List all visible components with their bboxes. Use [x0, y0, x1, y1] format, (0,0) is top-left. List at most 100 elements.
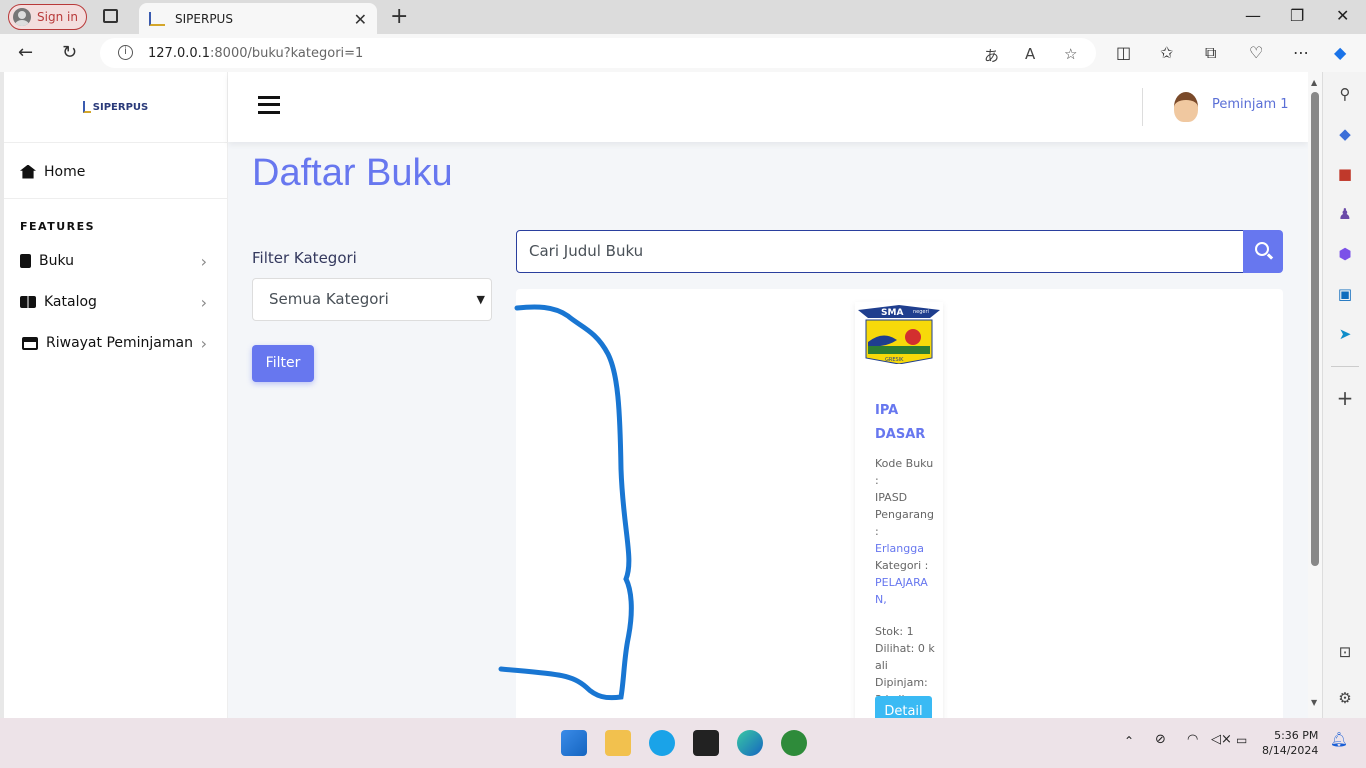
scrollbar-thumb[interactable] [1311, 92, 1319, 566]
cover-city: GRESIK [885, 357, 904, 363]
user-avatar[interactable] [1174, 92, 1198, 122]
pengarang-label: Pengarang : [875, 508, 934, 538]
windows-start-icon[interactable] [561, 730, 587, 756]
cover-emblem [905, 329, 921, 345]
top-navbar: Peminjam 1 [228, 72, 1308, 142]
app-icon[interactable] [781, 730, 807, 756]
favorites-icon[interactable]: ✩ [1160, 43, 1173, 62]
url-path: :8000/buku?kategori=1 [210, 45, 364, 61]
close-tab-icon[interactable]: ✕ [354, 10, 367, 29]
games-icon[interactable]: ♟ [1335, 204, 1355, 224]
sidebar-item-buku[interactable]: Buku › [4, 241, 227, 281]
table-icon [22, 336, 38, 350]
minimize-icon[interactable]: — [1245, 6, 1261, 25]
book-icon [20, 254, 31, 268]
browser-tab[interactable]: SIPERPUS ✕ [139, 3, 377, 34]
restore-icon[interactable]: ❐ [1290, 6, 1304, 25]
notification-bell-icon[interactable]: 🔔︎ [1330, 732, 1348, 748]
refresh-icon[interactable]: ↻ [62, 42, 77, 63]
book-cover-image: SMA negeri GRESIK [858, 305, 940, 364]
wifi-icon[interactable]: ◠ [1187, 732, 1198, 747]
filter-label: Filter Kategori [252, 249, 357, 267]
browser-essentials-icon[interactable]: ♡ [1249, 43, 1263, 62]
copilot-icon[interactable]: ◆ [1334, 43, 1346, 62]
navbar-divider [1142, 88, 1143, 126]
back-icon[interactable]: ← [18, 42, 33, 63]
profile-icon [13, 8, 31, 26]
favorite-star-icon[interactable]: ☆ [1064, 45, 1077, 63]
edge-sidebar: ⚲ ◆ ■ ♟ ⬢ ▣ ➤ + ⊡ ⚙ [1322, 72, 1366, 718]
kode-value: IPASD [875, 491, 908, 504]
new-tab-icon[interactable]: + [390, 4, 408, 29]
kategori-select[interactable]: Semua Kategori ▼ [252, 278, 492, 321]
screenshot-icon[interactable]: ⊡ [1335, 642, 1355, 662]
search-icon[interactable]: ⚲ [1335, 84, 1355, 104]
detail-button[interactable]: Detail [875, 696, 932, 718]
user-name[interactable]: Peminjam 1 [1212, 97, 1289, 112]
book-results-panel: SMA negeri GRESIK IPA DASAR Kode Buku : … [498, 289, 1283, 718]
translate-icon[interactable]: あ [984, 45, 999, 66]
sidebar-item-home[interactable]: Home [4, 151, 227, 199]
app-icon[interactable] [693, 730, 719, 756]
volume-mute-icon[interactable]: ◁× [1211, 732, 1232, 747]
kategori-selected-value: Semua Kategori [269, 290, 389, 308]
hamburger-menu-icon[interactable] [258, 96, 280, 114]
search-input[interactable]: Cari Judul Buku [516, 230, 1244, 273]
sidebar-item-label: Buku [39, 253, 75, 269]
chevron-right-icon: › [200, 333, 207, 353]
add-icon[interactable]: + [1335, 388, 1355, 408]
kategori-link[interactable]: PELAJARAN, [875, 574, 935, 608]
collections-icon[interactable]: ⧉ [1205, 43, 1216, 63]
siperpus-favicon-icon [149, 11, 165, 26]
cover-negeri: negeri [913, 309, 929, 315]
filter-button[interactable]: Filter [252, 345, 314, 382]
chevron-right-icon: › [200, 292, 207, 312]
url-host: 127.0.0.1 [148, 45, 211, 61]
close-window-icon[interactable]: ✕ [1336, 6, 1349, 25]
signin-button[interactable]: Sign in [8, 4, 87, 30]
toolbox-icon[interactable]: ■ [1335, 164, 1355, 184]
features-heading: FEATURES [20, 220, 96, 233]
system-clock[interactable]: 5:36 PM 8/14/2024 [1262, 728, 1318, 758]
app-icon[interactable] [649, 730, 675, 756]
read-aloud-icon[interactable]: A [1025, 45, 1035, 63]
signin-label: Sign in [37, 10, 78, 24]
clock-time: 5:36 PM [1274, 729, 1319, 742]
windows-taskbar: ⌃ ⊘ ◠ ◁× ▭ 5:36 PM 8/14/2024 🔔︎ [0, 718, 1366, 768]
dilihat-text: Dilihat: 0 kali [875, 642, 935, 672]
web-page: SIPERPUS Home FEATURES Buku › Katalog › … [4, 72, 1308, 718]
more-menu-icon[interactable]: ⋯ [1293, 43, 1309, 62]
scroll-up-icon[interactable]: ▲ [1311, 78, 1317, 87]
scroll-down-icon[interactable]: ▼ [1311, 698, 1317, 707]
outlook-icon[interactable]: ▣ [1335, 284, 1355, 304]
brand-logo[interactable]: SIPERPUS [4, 72, 227, 143]
site-info-icon[interactable]: i [118, 45, 133, 60]
kode-label: Kode Buku : [875, 457, 934, 487]
book-title[interactable]: IPA DASAR [875, 399, 935, 447]
chevron-right-icon: › [200, 251, 207, 271]
edge-icon[interactable] [737, 730, 763, 756]
tab-actions-icon[interactable] [103, 9, 118, 23]
sidebar-item-label: Katalog [44, 294, 97, 310]
brand-name: SIPERPUS [92, 101, 149, 113]
url-bar[interactable]: i 127.0.0.1:8000/buku?kategori=1 あ A ☆ [100, 38, 1096, 68]
tray-chevron-icon[interactable]: ⌃ [1124, 734, 1134, 748]
shopping-tag-icon[interactable]: ◆ [1335, 124, 1355, 144]
cover-school-abbrev: SMA [881, 308, 903, 318]
split-screen-icon[interactable]: ◫ [1116, 43, 1131, 62]
copilot-app-icon[interactable]: ⬢ [1335, 244, 1355, 264]
sidebar-item-riwayat-peminjaman[interactable]: Riwayat Peminjaman › [4, 323, 227, 363]
page-title: Daftar Buku [252, 152, 453, 194]
settings-gear-icon[interactable]: ⚙ [1335, 688, 1355, 708]
battery-icon[interactable]: ▭ [1236, 733, 1247, 747]
address-toolbar: ← ↻ i 127.0.0.1:8000/buku?kategori=1 あ A… [0, 34, 1366, 72]
search-button[interactable] [1243, 230, 1283, 273]
pengarang-link[interactable]: Erlangga [875, 540, 935, 557]
page-scrollbar[interactable]: ▲ ▼ [1308, 72, 1322, 718]
telegram-icon[interactable]: ➤ [1335, 324, 1355, 344]
network-icon[interactable]: ⊘ [1155, 732, 1166, 747]
file-explorer-icon[interactable] [605, 730, 631, 756]
sidebar-item-katalog[interactable]: Katalog › [4, 282, 227, 322]
sidebar-item-label: Home [44, 163, 86, 180]
clock-date: 8/14/2024 [1262, 744, 1319, 757]
